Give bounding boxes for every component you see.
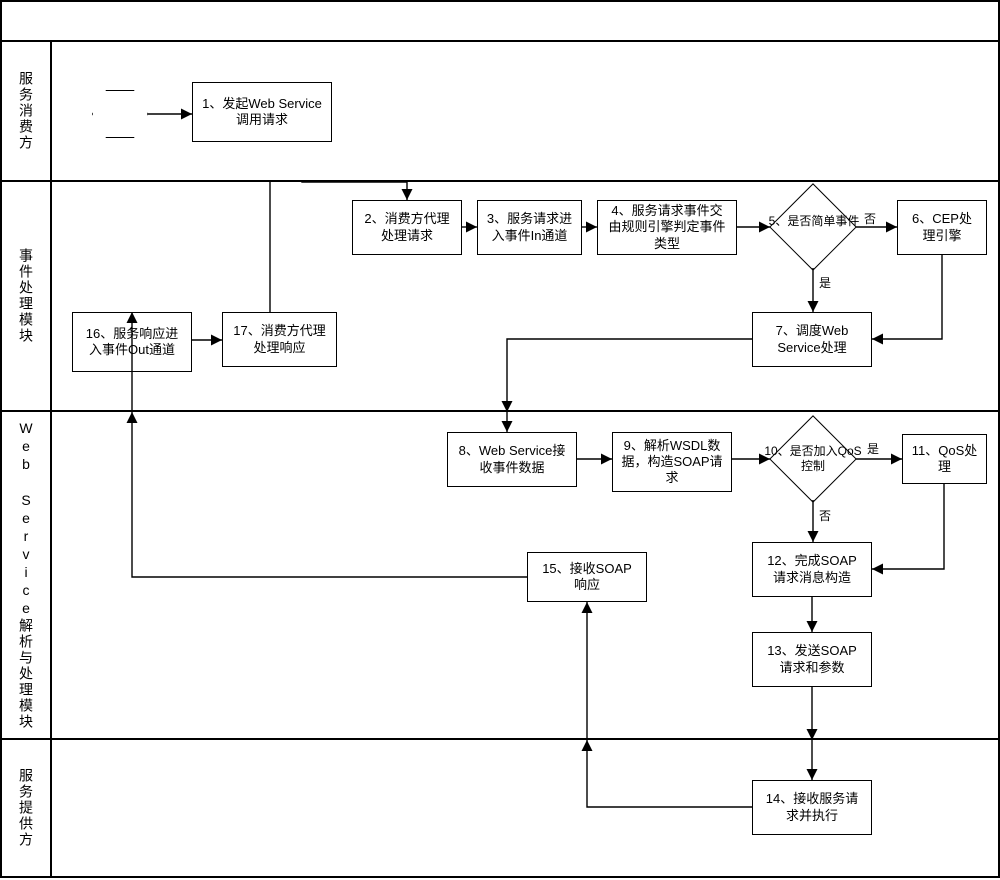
lane-provider: 服务提供方 14、接收服务请求并执行 [2, 740, 998, 878]
node-10-shape [769, 415, 857, 503]
lane-consumer: 服务消费方 1、发起Web Service调用请求 [2, 42, 998, 182]
node-1-label: 1、发起Web Service调用请求 [201, 96, 323, 129]
node-16-label: 16、服务响应进入事件Out通道 [81, 326, 183, 359]
node-7: 7、调度Web Service处理 [752, 312, 872, 367]
node-7-label: 7、调度Web Service处理 [761, 323, 863, 356]
node-17-label: 17、消费方代理处理响应 [231, 323, 328, 356]
node-11-label: 11、QoS处理 [911, 443, 978, 476]
lane-ws-label: Web Service解析与处理模块 [2, 412, 52, 738]
node-15-label: 15、接收SOAP响应 [536, 561, 638, 594]
node-14: 14、接收服务请求并执行 [752, 780, 872, 835]
lane-consumer-body: 1、发起Web Service调用请求 [52, 42, 998, 180]
lane-consumer-label: 服务消费方 [2, 42, 52, 180]
node-4-label: 4、服务请求事件交由规则引擎判定事件类型 [606, 203, 728, 252]
node-8: 8、Web Service接收事件数据 [447, 432, 577, 487]
node-3: 3、服务请求进入事件In通道 [477, 200, 582, 255]
node-17: 17、消费方代理处理响应 [222, 312, 337, 367]
node-1: 1、发起Web Service调用请求 [192, 82, 332, 142]
header-row [2, 2, 998, 42]
node-6: 6、CEP处理引擎 [897, 200, 987, 255]
edge-10-yes: 是 [867, 440, 879, 457]
node-12-label: 12、完成SOAP请求消息构造 [761, 553, 863, 586]
edge-10-no: 否 [819, 507, 831, 524]
edge-5-yes: 是 [819, 274, 831, 291]
node-8-label: 8、Web Service接收事件数据 [456, 443, 568, 476]
node-12: 12、完成SOAP请求消息构造 [752, 542, 872, 597]
node-13: 13、发送SOAP请求和参数 [752, 632, 872, 687]
node-15: 15、接收SOAP响应 [527, 552, 647, 602]
lane-provider-label: 服务提供方 [2, 740, 52, 876]
node-13-label: 13、发送SOAP请求和参数 [761, 643, 863, 676]
lane-ws-body: 8、Web Service接收事件数据 9、解析WSDL数据，构造SOAP请求 … [52, 412, 998, 738]
edge-5-no: 否 [864, 210, 876, 227]
swimlane-diagram: 服务消费方 1、发起Web Service调用请求 事件处理模块 2、消费方代理… [0, 0, 1000, 878]
node-4: 4、服务请求事件交由规则引擎判定事件类型 [597, 200, 737, 255]
node-9-label: 9、解析WSDL数据，构造SOAP请求 [621, 438, 723, 487]
node-9: 9、解析WSDL数据，构造SOAP请求 [612, 432, 732, 492]
node-11: 11、QoS处理 [902, 434, 987, 484]
node-2: 2、消费方代理处理请求 [352, 200, 462, 255]
lane-event: 事件处理模块 2、消费方代理处理请求 3、服务请求进入事件In通道 4、服务请求… [2, 182, 998, 412]
node-2-label: 2、消费方代理处理请求 [361, 211, 453, 244]
node-16: 16、服务响应进入事件Out通道 [72, 312, 192, 372]
node-5-shape [769, 183, 857, 271]
node-14-label: 14、接收服务请求并执行 [761, 791, 863, 824]
lane-provider-body: 14、接收服务请求并执行 [52, 740, 998, 876]
node-6-label: 6、CEP处理引擎 [906, 211, 978, 244]
node-3-label: 3、服务请求进入事件In通道 [486, 211, 573, 244]
lane-event-body: 2、消费方代理处理请求 3、服务请求进入事件In通道 4、服务请求事件交由规则引… [52, 182, 998, 410]
start-node [92, 90, 148, 138]
lane-ws: Web Service解析与处理模块 8、Web Service接收事件数据 9… [2, 412, 998, 740]
lane-event-label: 事件处理模块 [2, 182, 52, 410]
